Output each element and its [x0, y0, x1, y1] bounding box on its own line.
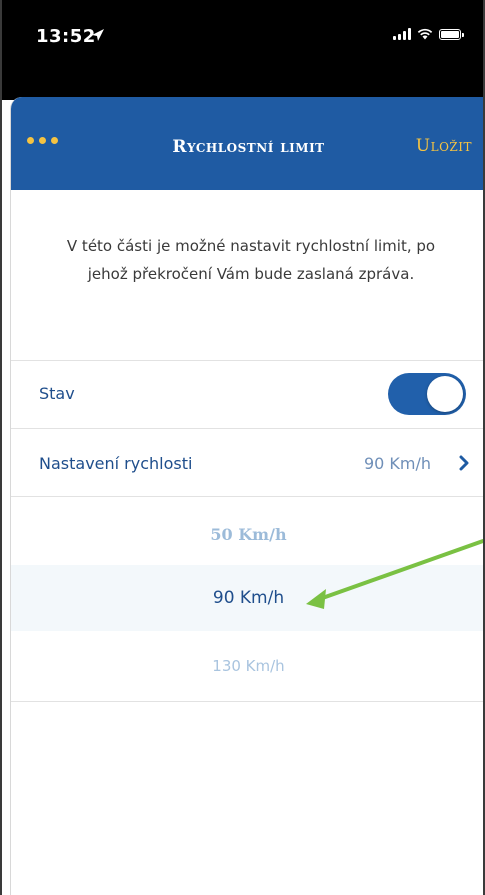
wifi-icon — [417, 28, 433, 40]
battery-icon — [439, 28, 464, 40]
save-button[interactable]: Uložit — [416, 136, 472, 156]
description-text: V této části je možné nastavit rychlostn… — [66, 237, 436, 283]
page-title: Rychlostní limit — [172, 137, 325, 157]
picker-option-label: 90 Km/h — [212, 588, 285, 608]
picker-option-label: 50 Km/h — [210, 524, 287, 544]
chevron-right-icon[interactable] — [458, 455, 470, 471]
status-bar: 13:52 — [0, 0, 485, 70]
cellular-signal-icon — [393, 28, 411, 40]
status-label: Stav — [39, 384, 75, 403]
divider — [11, 701, 485, 702]
location-arrow-icon — [92, 29, 104, 41]
divider — [11, 360, 485, 361]
status-indicators — [393, 28, 464, 40]
speed-setting-label[interactable]: Nastavení rychlosti — [39, 454, 192, 473]
annotation-arrow-icon — [306, 539, 485, 609]
nav-bar: Rychlostní limit Uložit — [11, 97, 485, 190]
picker-option-label: 130 Km/h — [212, 657, 285, 675]
status-bar-spacer — [0, 70, 485, 100]
speed-limit-sheet: Rychlostní limit Uložit V této části je … — [10, 97, 485, 895]
divider — [11, 428, 485, 429]
picker-option-130[interactable]: 130 Km/h — [11, 633, 485, 699]
toggle-knob — [427, 376, 463, 412]
speed-setting-value[interactable]: 90 Km/h — [364, 454, 431, 473]
status-time: 13:52 — [36, 26, 96, 47]
status-toggle[interactable] — [388, 373, 466, 415]
